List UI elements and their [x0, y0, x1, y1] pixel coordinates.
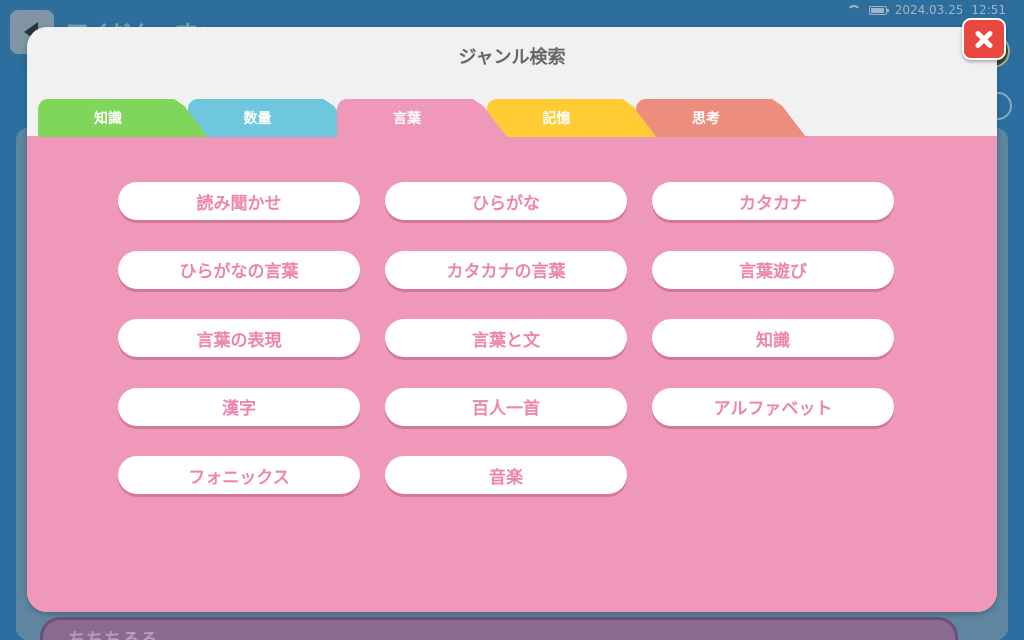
close-icon: [964, 20, 1004, 58]
tab-label: 記憶: [542, 111, 571, 127]
genre-button[interactable]: 音楽: [385, 456, 627, 494]
tab-1[interactable]: 知識: [38, 99, 208, 137]
genre-button[interactable]: ひらがな: [385, 182, 627, 220]
status-time: 12:51: [971, 3, 1006, 17]
tab-5[interactable]: 思考: [636, 99, 806, 137]
genre-button[interactable]: 言葉の表現: [118, 319, 360, 357]
genre-list: 読み聞かせ ひらがな カタカナひらがなの言葉 カタカナの言葉 言葉遊び言葉の表現 言葉と文…: [27, 136, 997, 612]
modal-title: ジャンル検索: [458, 47, 566, 68]
tab-label: 数量: [243, 111, 272, 127]
background-list-item: [40, 617, 958, 640]
genre-button[interactable]: 漢字: [118, 387, 360, 426]
genre-button[interactable]: ひらがなの言葉: [118, 250, 360, 289]
genre-button[interactable]: 言葉遊び: [652, 250, 894, 289]
status-bar: 2024.03.25 12:51: [846, 3, 1006, 17]
status-date: 2024.03.25: [894, 3, 964, 17]
genre-button[interactable]: 知識: [652, 319, 894, 357]
tab-2[interactable]: 数量: [187, 99, 358, 137]
close-button[interactable]: [962, 18, 1006, 60]
background-list-item-label: ちちちるる: [68, 626, 158, 640]
genre-button[interactable]: カタカナ: [652, 182, 894, 220]
genre-button[interactable]: 言葉と文: [385, 319, 627, 357]
genre-tabs: 知識 数量 言葉 記憶 思考: [27, 99, 997, 137]
genre-button[interactable]: フォニックス: [118, 456, 360, 494]
tab-label: 思考: [692, 111, 720, 127]
battery-icon: [868, 5, 889, 15]
genre-button[interactable]: 読み聞かせ: [118, 182, 360, 220]
tab-3[interactable]: 言葉: [337, 99, 507, 137]
tab-label: 知識: [94, 111, 122, 127]
genre-search-modal: ジャンル検索 知識 数量 言葉 記憶 思考 読み聞かせ ひらがな カタカナひらがなの言葉 カタ…: [27, 27, 997, 612]
tab-label: 言葉: [393, 111, 421, 127]
genre-button[interactable]: アルファベット: [652, 387, 894, 426]
genre-button[interactable]: カタカナの言葉: [385, 250, 627, 289]
wifi-icon: [846, 5, 861, 15]
genre-button[interactable]: 百人一首: [385, 387, 627, 426]
tab-4[interactable]: 記憶: [486, 99, 657, 137]
